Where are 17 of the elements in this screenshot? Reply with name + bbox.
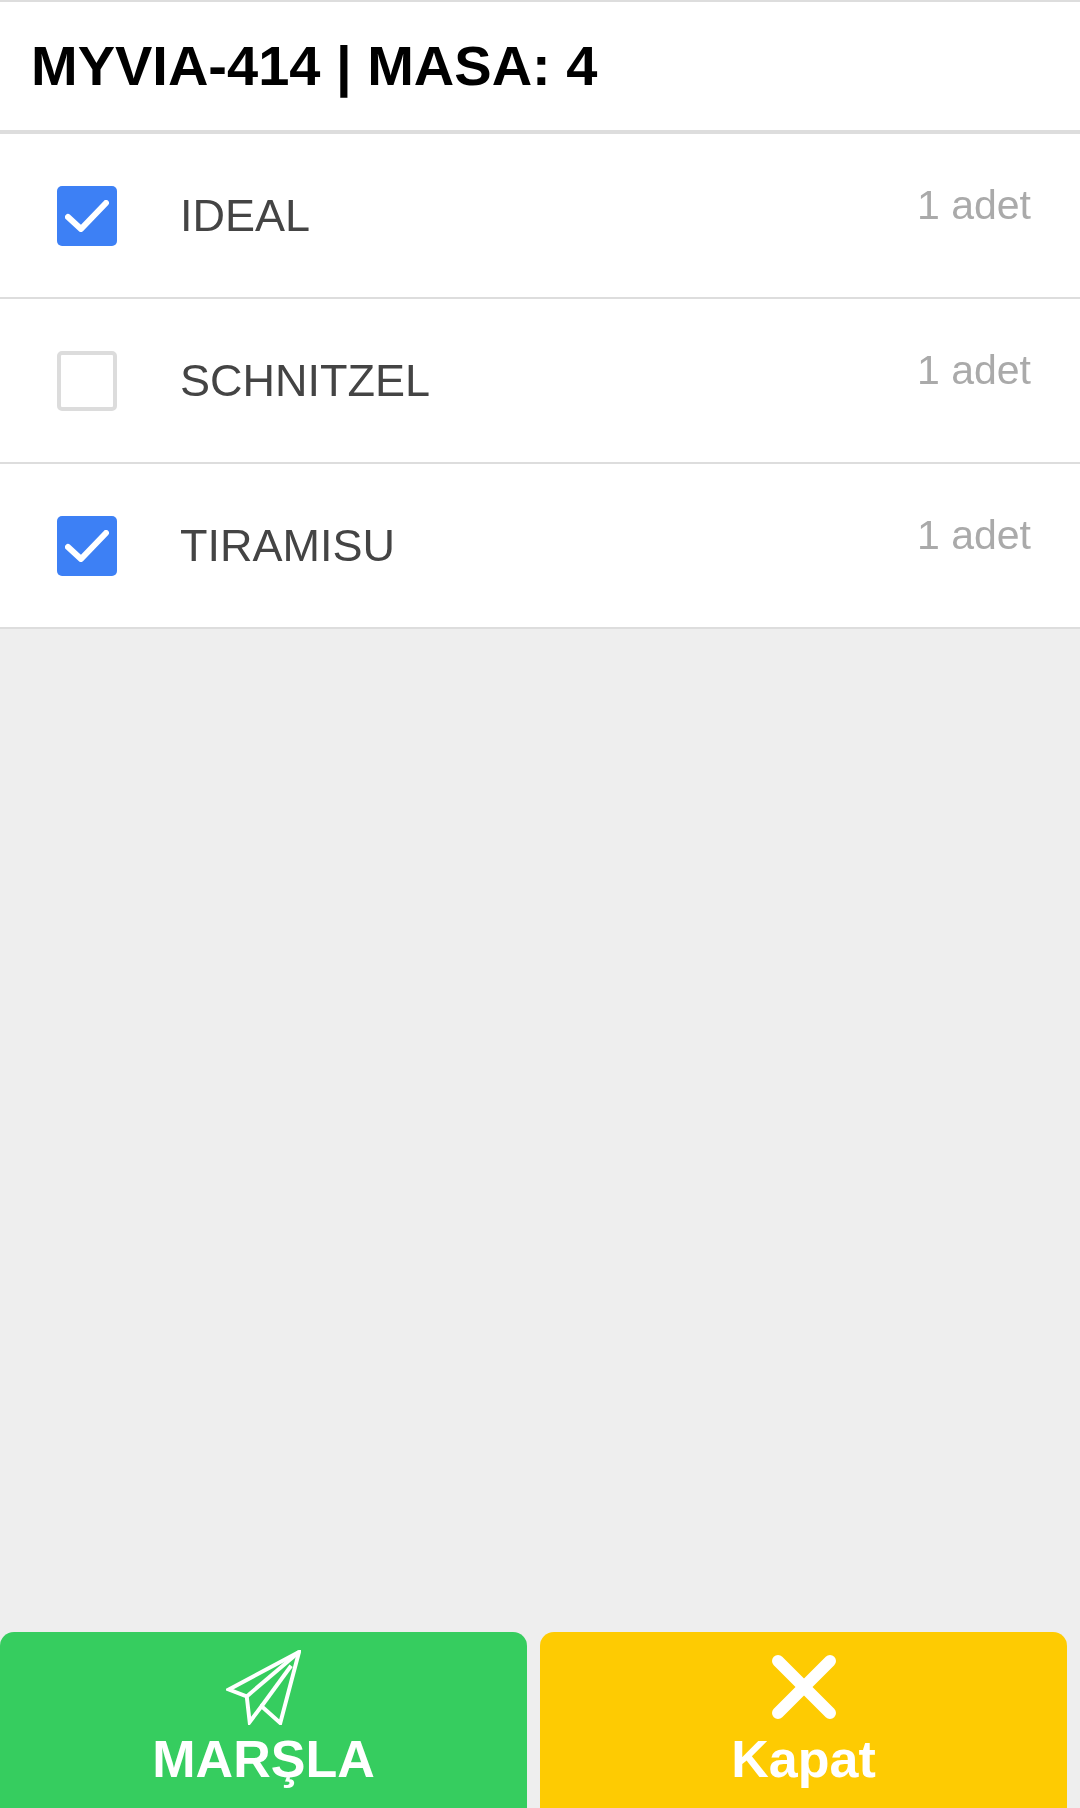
order-title: MYVIA-414 | MASA: 4: [31, 34, 598, 98]
checkbox[interactable]: [57, 350, 117, 411]
order-item-row[interactable]: IDEAL 1 adet: [0, 134, 1080, 299]
item-quantity: 1 adet: [917, 347, 1031, 394]
checkbox[interactable]: [57, 515, 117, 576]
checkmark-icon: [65, 529, 109, 562]
item-name: TIRAMISU: [180, 519, 395, 572]
close-icon: [771, 1655, 836, 1719]
order-item-row[interactable]: TIRAMISU 1 adet: [0, 464, 1080, 629]
checkbox[interactable]: [57, 185, 117, 246]
item-quantity: 1 adet: [917, 512, 1031, 559]
order-item-row[interactable]: SCHNITZEL 1 adet: [0, 299, 1080, 464]
paper-plane-icon: [226, 1650, 301, 1725]
checkmark-icon: [65, 199, 109, 232]
item-quantity: 1 adet: [917, 182, 1031, 229]
item-name: SCHNITZEL: [180, 354, 431, 407]
item-name: IDEAL: [180, 189, 311, 242]
